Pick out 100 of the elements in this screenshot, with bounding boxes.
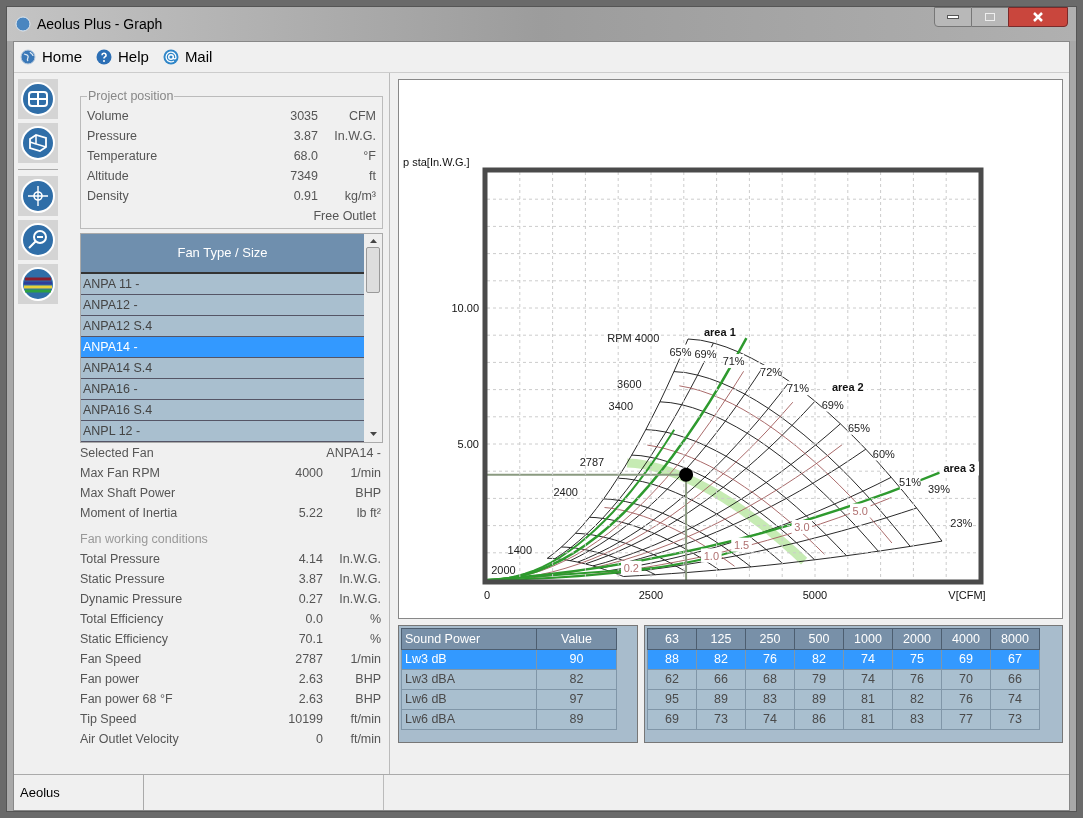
efficiency-label: 65% [669,344,692,359]
app-icon [15,16,31,32]
field-value: 0.0 [304,610,324,628]
fan-list-item[interactable]: ANPA14 S.4 [81,357,364,379]
field-label: Static Efficiency [80,630,169,648]
field-value: 0 [315,730,324,748]
zoom-out-button[interactable] [18,220,58,260]
fan-list-item[interactable]: ANPA 11 - [81,273,364,295]
table-cell: 97 [536,689,617,710]
field-value: 70.1 [297,630,324,648]
table-cell: 89 [536,709,617,730]
table-cell: 68 [745,669,795,690]
scroll-thumb[interactable] [366,246,380,293]
column-header[interactable]: 1000 [843,628,893,650]
field-label: Pressure [87,127,139,145]
efficiency-label: 60% [872,446,895,461]
unit-label: CFM [347,107,376,125]
close-button[interactable] [1008,7,1068,27]
print-button[interactable] [18,123,58,163]
menu-item[interactable]: Mail [162,45,213,69]
fan-list-item[interactable]: ANPA12 S.4 [81,315,364,337]
table-cell: 66 [696,669,746,690]
unit-label: lb ft² [355,504,381,522]
field-value: 0.91 [292,187,319,205]
unit-label: In.W.G. [338,570,381,588]
operating-point [679,467,694,482]
list-header: Fan Type / Size [81,233,364,274]
table-cell: 69 [941,649,991,670]
field-value: 4.14 [297,550,324,568]
table-cell: 62 [647,669,697,690]
menu-item[interactable]: Help [96,45,149,69]
fan-list-item[interactable]: ANPA16 - [81,378,364,400]
unit-label: BHP [354,670,381,688]
fan-list-item[interactable]: ANPA14 - [81,336,364,358]
column-header[interactable]: 2000 [892,628,942,650]
efficiency-label: 39% [927,481,950,496]
field-value: 68.0 [292,147,319,165]
group-title: Project position [87,88,175,105]
field-label: Total Pressure [80,550,161,568]
rpm-label: RPM 4000 [607,331,660,344]
scroll-down-icon[interactable] [369,431,377,436]
column-header[interactable]: 4000 [941,628,991,650]
table-cell: Lw6 dBA [401,709,537,730]
table-cell: 74 [990,689,1040,710]
scrollbar[interactable] [364,233,382,442]
field-label: Dynamic Pressure [80,590,184,608]
table-cell: 76 [745,649,795,670]
unit-label: In.W.G. [333,127,376,145]
rpm-label: 2787 [579,455,605,468]
rpm-label: 3600 [617,378,642,391]
x-axis-label: V[CFM] [948,589,986,601]
table-view-button[interactable] [18,79,58,119]
table-cell: 83 [745,689,795,710]
efficiency-label: 71% [722,354,745,369]
minimize-button[interactable] [934,7,972,27]
maximize-button[interactable] [972,7,1008,27]
annotation: area 2 [831,380,864,393]
table-cell: 76 [941,689,991,710]
crosshair-button[interactable] [18,176,58,216]
field-value: ANPA14 - [325,444,381,462]
table-cell: 69 [647,709,697,730]
power-label: 5.0 [849,503,871,518]
fan-list-item[interactable]: ANPL 12 - [81,420,364,442]
field-label: Moment of Inertia [80,504,179,522]
table-cell: 76 [892,669,942,690]
unit-label: 1/min [349,464,381,482]
fan-list-item[interactable]: ANPA12 - [81,294,364,316]
menu-item[interactable]: Home [20,45,82,69]
scroll-up-icon[interactable] [369,238,377,243]
curves-button[interactable] [18,264,58,304]
window-title: Aeolus Plus - Graph [37,14,163,34]
table-cell: 89 [794,689,844,710]
table-cell: 82 [536,669,617,690]
rpm-label: 2000 [491,564,516,577]
x-tick-label: 2500 [638,589,664,601]
column-header[interactable]: Sound Power [401,628,537,650]
column-header[interactable]: 500 [794,628,844,650]
field-label: Fan power [80,670,141,688]
field-label: Temperature [87,147,159,165]
unit-label: % [368,630,381,648]
fan-list-item[interactable]: ANPA16 S.4 [81,399,364,421]
unit-label: BHP [354,690,381,708]
efficiency-label: 71% [786,381,809,396]
globe-icon [20,49,36,65]
field-value: 3.87 [297,570,324,588]
table-cell: Lw6 dB [401,689,537,710]
field-value: 2.63 [297,670,324,688]
column-header[interactable]: 63 [647,628,697,650]
table-cell: 73 [990,709,1040,730]
table-cell: 88 [647,649,697,670]
field-value: 4000 [294,464,324,482]
at-sign-icon [162,49,179,65]
column-header[interactable]: Value [536,628,617,650]
field-value: 5.22 [297,504,324,522]
field-label: Density [87,187,130,205]
column-header[interactable]: 125 [696,628,746,650]
table-cell: 74 [745,709,795,730]
column-header[interactable]: 250 [745,628,795,650]
table-cell: 70 [941,669,991,690]
column-header[interactable]: 8000 [990,628,1040,650]
